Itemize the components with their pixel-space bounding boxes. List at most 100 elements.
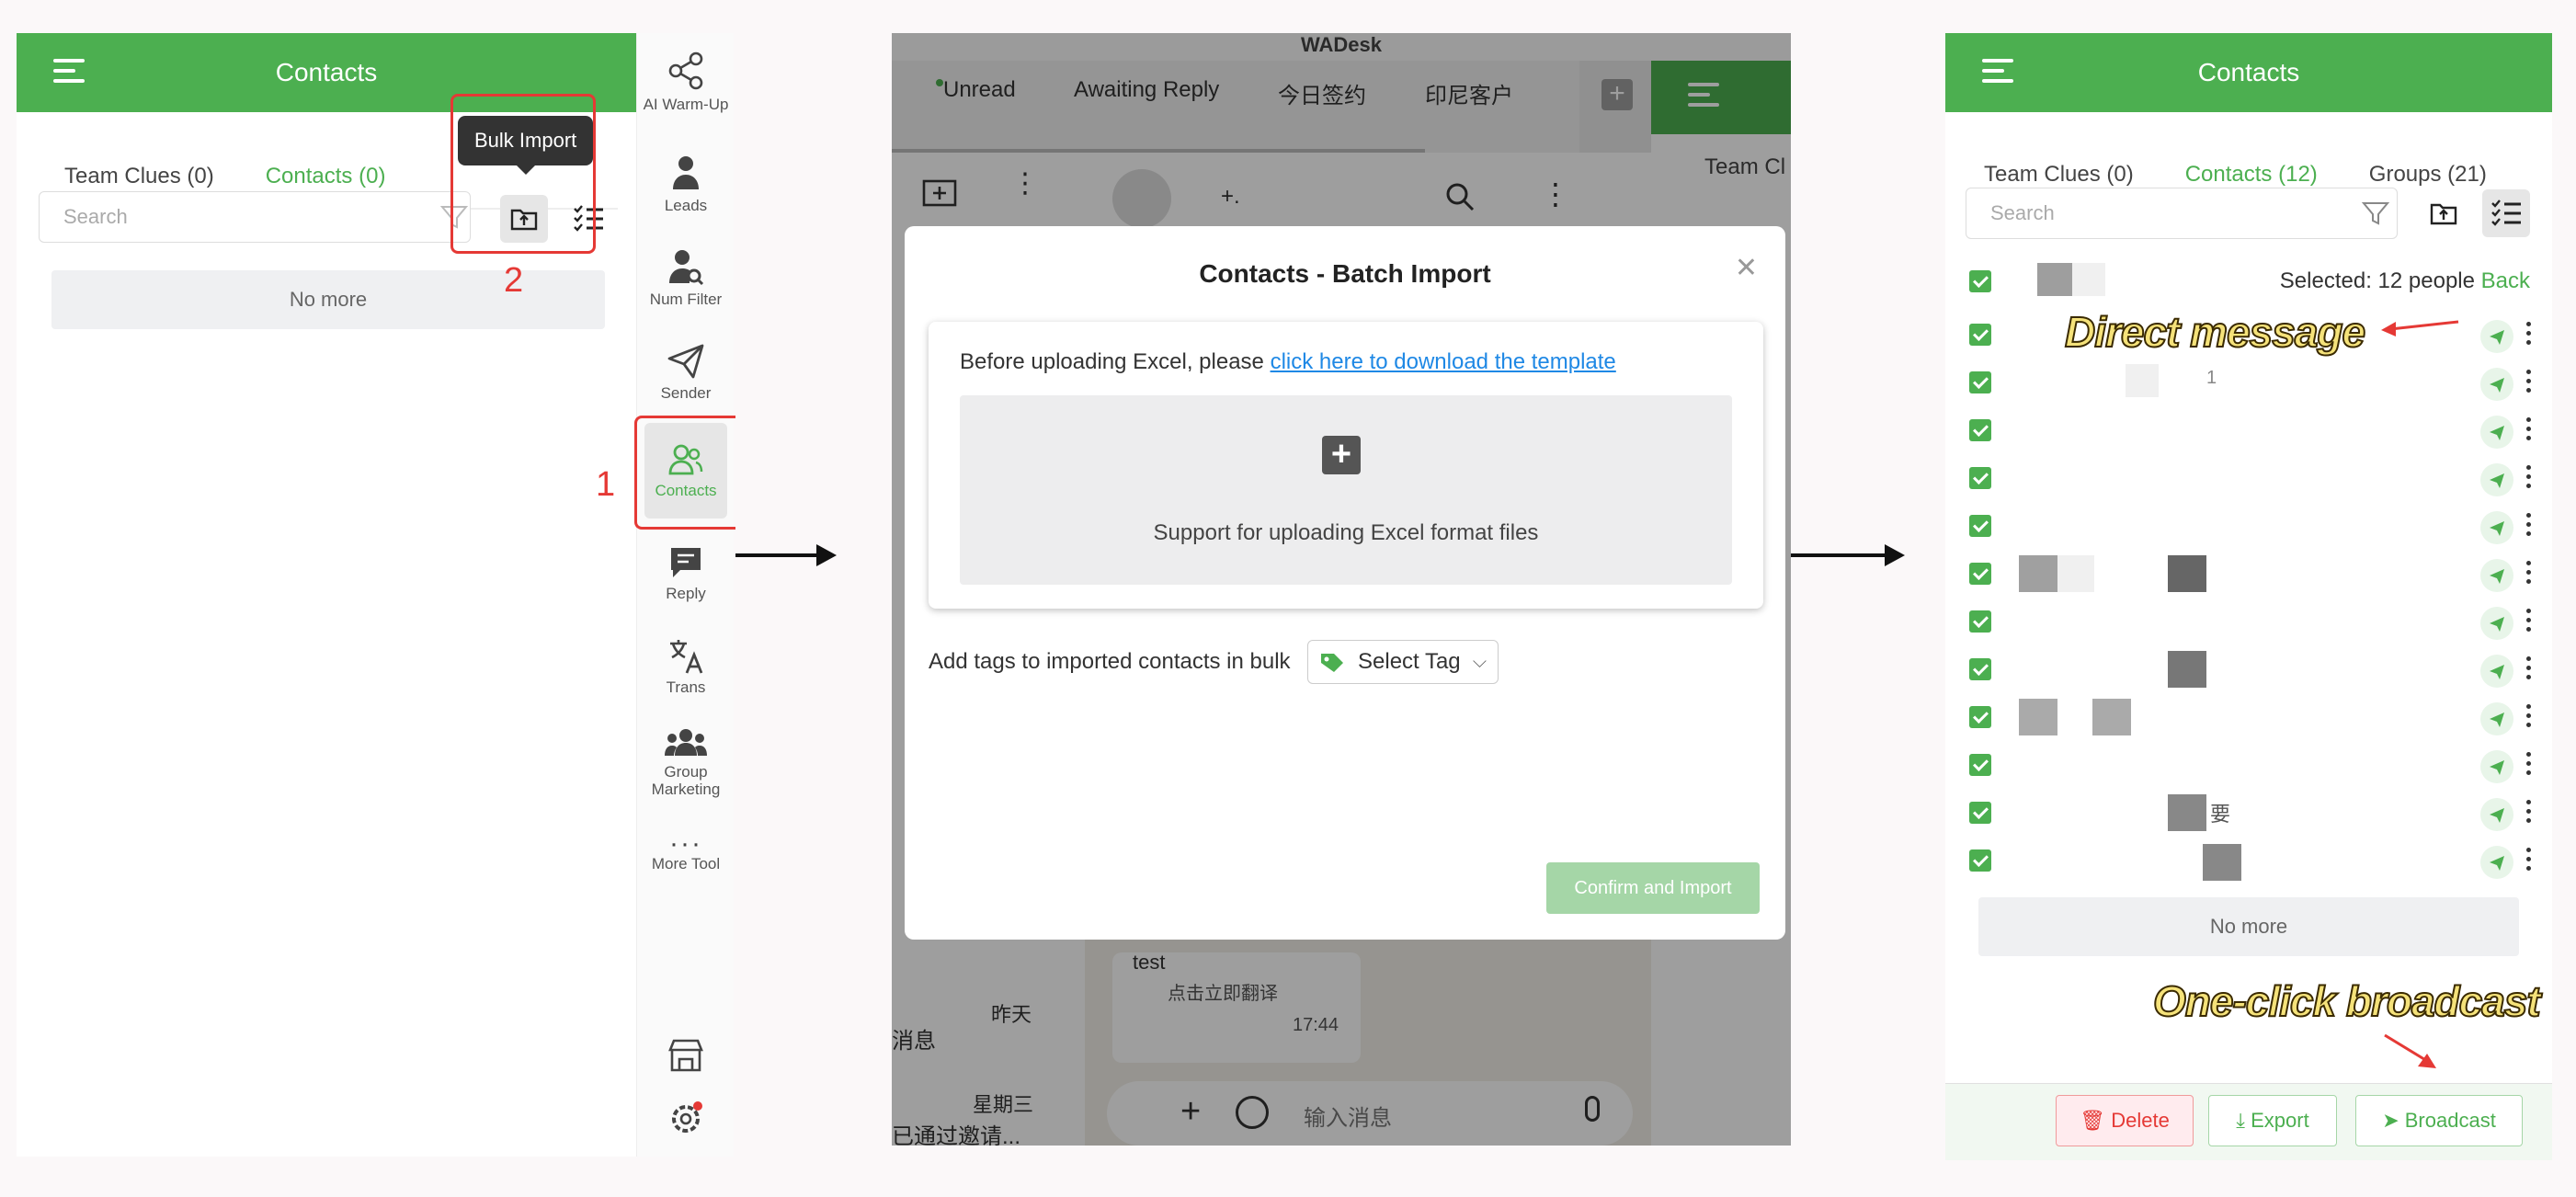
- row-more-icon[interactable]: [2526, 370, 2532, 397]
- export-button[interactable]: ⤓ Export: [2208, 1095, 2337, 1146]
- sidebar-item-label: More Tool: [651, 855, 721, 872]
- row-checkbox[interactable]: [1969, 419, 1991, 441]
- bulk-import-button[interactable]: [2420, 189, 2468, 237]
- select-tag-label: Select Tag: [1358, 649, 1461, 674]
- sidebar-item-label: AI Warm-Up: [643, 96, 729, 113]
- list-item[interactable]: 要: [1969, 789, 2532, 837]
- row-more-icon[interactable]: [2526, 322, 2532, 349]
- send-message-icon[interactable]: [2480, 655, 2513, 688]
- sidebar-item-sender[interactable]: Sender: [637, 340, 735, 402]
- avatar: [2168, 794, 2206, 831]
- row-checkbox[interactable]: [1969, 467, 1991, 489]
- flow-arrow-2: [1791, 544, 1905, 566]
- contact-name: 1: [2206, 368, 2217, 388]
- broadcast-label: Broadcast: [2404, 1109, 2496, 1132]
- download-template-link[interactable]: click here to download the template: [1271, 349, 1616, 374]
- confirm-import-button[interactable]: Confirm and Import: [1546, 862, 1760, 914]
- upload-hint: Support for uploading Excel format files: [1153, 520, 1539, 545]
- list-item[interactable]: [1969, 693, 2532, 741]
- row-checkbox[interactable]: [1969, 324, 1991, 346]
- settings-icon[interactable]: [667, 1100, 705, 1138]
- row-more-icon[interactable]: [2526, 561, 2532, 588]
- sidebar-item-trans[interactable]: Trans: [637, 636, 735, 696]
- sidebar-item-label: Sender: [660, 384, 712, 402]
- trash-icon: 🗑: [2080, 1109, 2106, 1132]
- row-more-icon[interactable]: [2526, 656, 2532, 684]
- row-more-icon[interactable]: [2526, 752, 2532, 780]
- row-more-icon[interactable]: [2526, 800, 2532, 827]
- contact-name: 要: [2210, 803, 2231, 826]
- row-more-icon[interactable]: [2526, 417, 2532, 445]
- sidebar-item-ai-warm-up[interactable]: AI Warm-Up: [637, 50, 735, 113]
- avatar: [2126, 364, 2159, 397]
- row-more-icon[interactable]: [2526, 848, 2532, 875]
- checklist-icon: [2491, 200, 2521, 226]
- list-item[interactable]: [1969, 502, 2532, 550]
- send-message-icon[interactable]: [2480, 559, 2513, 592]
- sidebar-item-leads[interactable]: Leads: [637, 153, 735, 214]
- broadcast-button[interactable]: ➤ Broadcast: [2355, 1095, 2523, 1146]
- send-message-icon[interactable]: [2480, 846, 2513, 879]
- row-checkbox[interactable]: [1969, 754, 1991, 776]
- no-more-label: No more: [1978, 897, 2519, 956]
- upload-dropzone[interactable]: + Support for uploading Excel format fil…: [960, 395, 1732, 585]
- export-label: Export: [2251, 1109, 2309, 1132]
- row-checkbox[interactable]: [1969, 515, 1991, 537]
- send-message-icon[interactable]: [2480, 798, 2513, 831]
- annotation-one-click-broadcast: One-click broadcast: [2152, 976, 2542, 1026]
- delete-button[interactable]: 🗑 Delete: [2056, 1095, 2194, 1146]
- list-item[interactable]: [1969, 598, 2532, 645]
- row-more-icon[interactable]: [2526, 513, 2532, 541]
- sidebar-item-group-marketing[interactable]: Group Marketing: [637, 726, 735, 798]
- search-input[interactable]: Search: [1966, 188, 2398, 239]
- select-all-checkbox[interactable]: [1969, 270, 1991, 292]
- row-checkbox[interactable]: [1969, 849, 1991, 872]
- more-icon: ···: [669, 828, 702, 859]
- row-more-icon[interactable]: [2526, 609, 2532, 636]
- sidebar-item-label: Group Marketing: [651, 763, 721, 798]
- multi-select-button[interactable]: [2482, 189, 2530, 237]
- list-item[interactable]: [1969, 454, 2532, 502]
- list-item[interactable]: [1969, 645, 2532, 693]
- row-checkbox[interactable]: [1969, 802, 1991, 824]
- sidebar-item-more-tool[interactable]: ··· More Tool: [637, 828, 735, 873]
- send-message-icon[interactable]: [2480, 320, 2513, 353]
- store-icon[interactable]: [667, 1037, 705, 1074]
- sidebar-item-reply[interactable]: Reply: [637, 544, 735, 602]
- tool-sidebar: AI Warm-Up Leads Num Filter Sender Conta…: [636, 33, 734, 1157]
- select-tag-dropdown[interactable]: Select Tag ⌵: [1307, 640, 1499, 684]
- person-icon: [673, 156, 699, 189]
- row-checkbox[interactable]: [1969, 706, 1991, 728]
- sidebar-item-num-filter[interactable]: Num Filter: [637, 246, 735, 308]
- send-message-icon[interactable]: [2480, 511, 2513, 544]
- list-item[interactable]: 1: [1969, 359, 2532, 406]
- search-input[interactable]: Search: [39, 191, 471, 243]
- send-message-icon[interactable]: [2480, 368, 2513, 401]
- selected-count: Selected: 12 people: [2279, 268, 2475, 293]
- row-checkbox[interactable]: [1969, 658, 1991, 680]
- row-more-icon[interactable]: [2526, 704, 2532, 732]
- list-item[interactable]: [1969, 741, 2532, 789]
- delete-label: Delete: [2111, 1109, 2170, 1132]
- share-icon: [668, 51, 703, 90]
- close-icon[interactable]: ✕: [1735, 252, 1758, 284]
- list-item[interactable]: [1969, 837, 2532, 884]
- tag-icon: [1321, 654, 1343, 672]
- list-item[interactable]: [1969, 406, 2532, 454]
- send-message-icon[interactable]: [2480, 702, 2513, 735]
- list-item[interactable]: [1969, 550, 2532, 598]
- row-checkbox[interactable]: [1969, 371, 1991, 393]
- send-message-icon[interactable]: [2480, 607, 2513, 640]
- batch-import-modal: Contacts - Batch Import ✕ Before uploadi…: [905, 226, 1785, 940]
- annotation-arrow-icon: [2384, 1033, 2436, 1068]
- send-message-icon[interactable]: [2480, 416, 2513, 449]
- row-checkbox[interactable]: [1969, 610, 1991, 633]
- avatar: [2168, 555, 2206, 592]
- send-message-icon[interactable]: [2480, 750, 2513, 783]
- back-link[interactable]: Back: [2481, 268, 2530, 293]
- avatar: [2037, 263, 2072, 296]
- row-more-icon[interactable]: [2526, 465, 2532, 493]
- send-message-icon[interactable]: [2480, 463, 2513, 496]
- row-checkbox[interactable]: [1969, 563, 1991, 585]
- filter-icon[interactable]: [2361, 199, 2390, 228]
